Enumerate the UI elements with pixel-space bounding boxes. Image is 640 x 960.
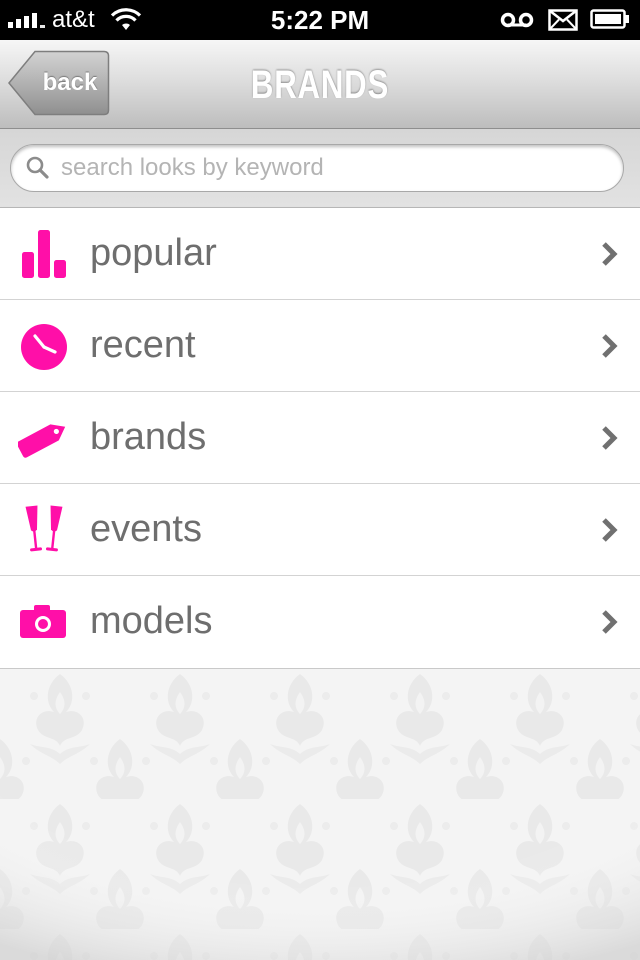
menu-item-popular[interactable]: popular	[0, 208, 640, 300]
chevron-right-icon	[602, 518, 618, 542]
bar-chart-icon	[22, 230, 66, 278]
damask-background	[0, 669, 640, 960]
menu-item-label: brands	[90, 416, 207, 458]
chevron-right-icon	[602, 334, 618, 358]
chevron-right-icon	[602, 426, 618, 450]
menu-item-label: popular	[90, 232, 217, 274]
chevron-right-icon	[602, 242, 618, 266]
search-field[interactable]	[10, 144, 624, 192]
tag-icon	[18, 424, 66, 458]
mail-icon	[548, 9, 578, 31]
clock: 5:22 PM	[270, 5, 370, 35]
search-icon	[26, 156, 49, 179]
menu-item-brands[interactable]: brands	[0, 392, 640, 484]
champagne-glasses-icon	[25, 505, 63, 552]
nav-bar: back BRANDS	[0, 40, 640, 129]
clock-icon	[21, 324, 67, 370]
menu-item-recent[interactable]: recent	[0, 300, 640, 392]
voicemail-icon	[500, 12, 534, 28]
menu-item-label: recent	[90, 324, 196, 366]
menu-item-events[interactable]: events	[0, 484, 640, 576]
status-bar: at&t 5:22 PM	[0, 0, 640, 40]
menu-item-models[interactable]: models	[0, 576, 640, 668]
search-bar	[0, 129, 640, 208]
menu-item-label: models	[90, 600, 213, 642]
chevron-right-icon	[602, 610, 618, 634]
menu-list: popular recent brands events models	[0, 208, 640, 669]
menu-item-label: events	[90, 508, 202, 550]
search-input[interactable]	[61, 151, 601, 185]
page-title: BRANDS	[250, 63, 390, 107]
damask-pattern	[0, 669, 640, 960]
camera-icon	[20, 605, 66, 638]
battery-icon	[590, 9, 629, 29]
